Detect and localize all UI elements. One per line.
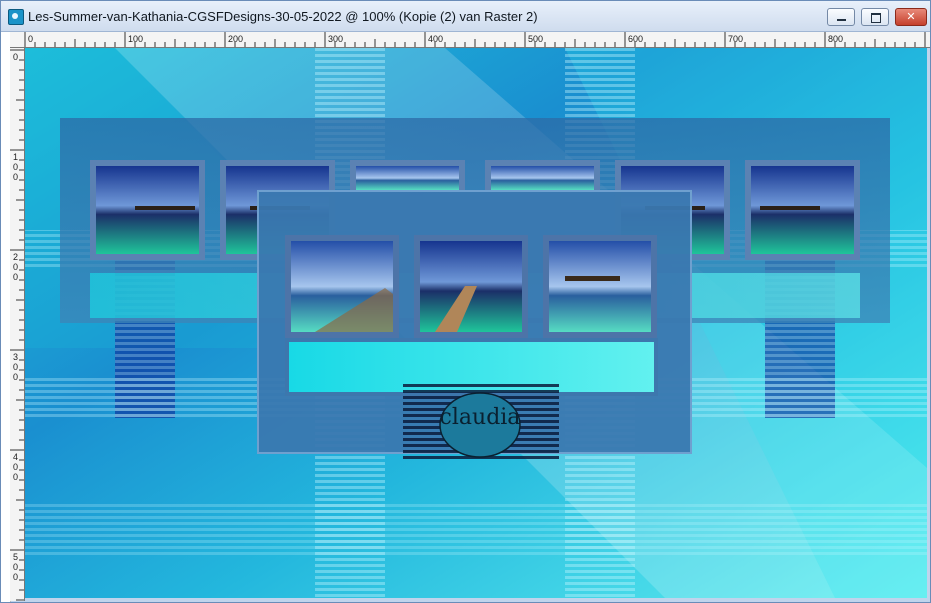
- ruler-label: 0: [13, 462, 18, 472]
- ruler-label: 2: [13, 252, 18, 262]
- horizontal-ruler-ticks: 0 100 200 300 400 500 600 700 800: [24, 32, 926, 47]
- ruler-label: 400: [428, 34, 443, 44]
- ruler-label: 100: [128, 34, 143, 44]
- ruler-label: 0: [13, 372, 18, 382]
- ruler-label: 0: [28, 34, 33, 44]
- image-canvas[interactable]: claudia: [25, 48, 927, 598]
- front-photo-frames: [285, 235, 657, 338]
- ruler-label: 1: [13, 152, 18, 162]
- ruler-label: 600: [628, 34, 643, 44]
- title-bar[interactable]: Les-Summer-van-Kathania-CGSFDesigns-30-0…: [1, 1, 930, 32]
- minimize-button[interactable]: [827, 8, 855, 26]
- ruler-label: 300: [328, 34, 343, 44]
- maximize-icon: [871, 13, 881, 23]
- close-icon: ✕: [906, 10, 916, 23]
- ruler-label: 0: [13, 52, 18, 62]
- artwork: claudia: [25, 48, 927, 598]
- close-button[interactable]: ✕: [895, 8, 927, 26]
- vertical-ruler[interactable]: 0100200300400500: [10, 48, 25, 601]
- ruler-label: 0: [13, 362, 18, 372]
- signature-text: claudia: [440, 405, 521, 430]
- ruler-label: 500: [528, 34, 543, 44]
- image-window: Les-Summer-van-Kathania-CGSFDesigns-30-0…: [0, 0, 931, 603]
- ruler-label: 800: [828, 34, 843, 44]
- app-icon: [8, 9, 24, 25]
- ruler-label: 4: [13, 452, 18, 462]
- horizontal-ruler[interactable]: 0 100 200 300 400 500 600 700 800: [10, 32, 930, 48]
- ruler-label: 700: [728, 34, 743, 44]
- ruler-label: 3: [13, 352, 18, 362]
- ruler-label: 0: [13, 262, 18, 272]
- ruler-label: 0: [13, 172, 18, 182]
- ruler-label: 0: [13, 472, 18, 482]
- ruler-label: 0: [13, 572, 18, 582]
- ruler-label: 0: [13, 272, 18, 282]
- vertical-ruler-ticks: 0100200300400500: [10, 49, 24, 601]
- ruler-label: 5: [13, 552, 18, 562]
- ruler-label: 0: [13, 162, 18, 172]
- window-title: Les-Summer-van-Kathania-CGSFDesigns-30-0…: [28, 9, 538, 24]
- ruler-label: 200: [228, 34, 243, 44]
- signature-block: claudia: [403, 384, 559, 462]
- minimize-icon: [837, 19, 846, 21]
- maximize-button[interactable]: [861, 8, 889, 26]
- ruler-label: 0: [13, 562, 18, 572]
